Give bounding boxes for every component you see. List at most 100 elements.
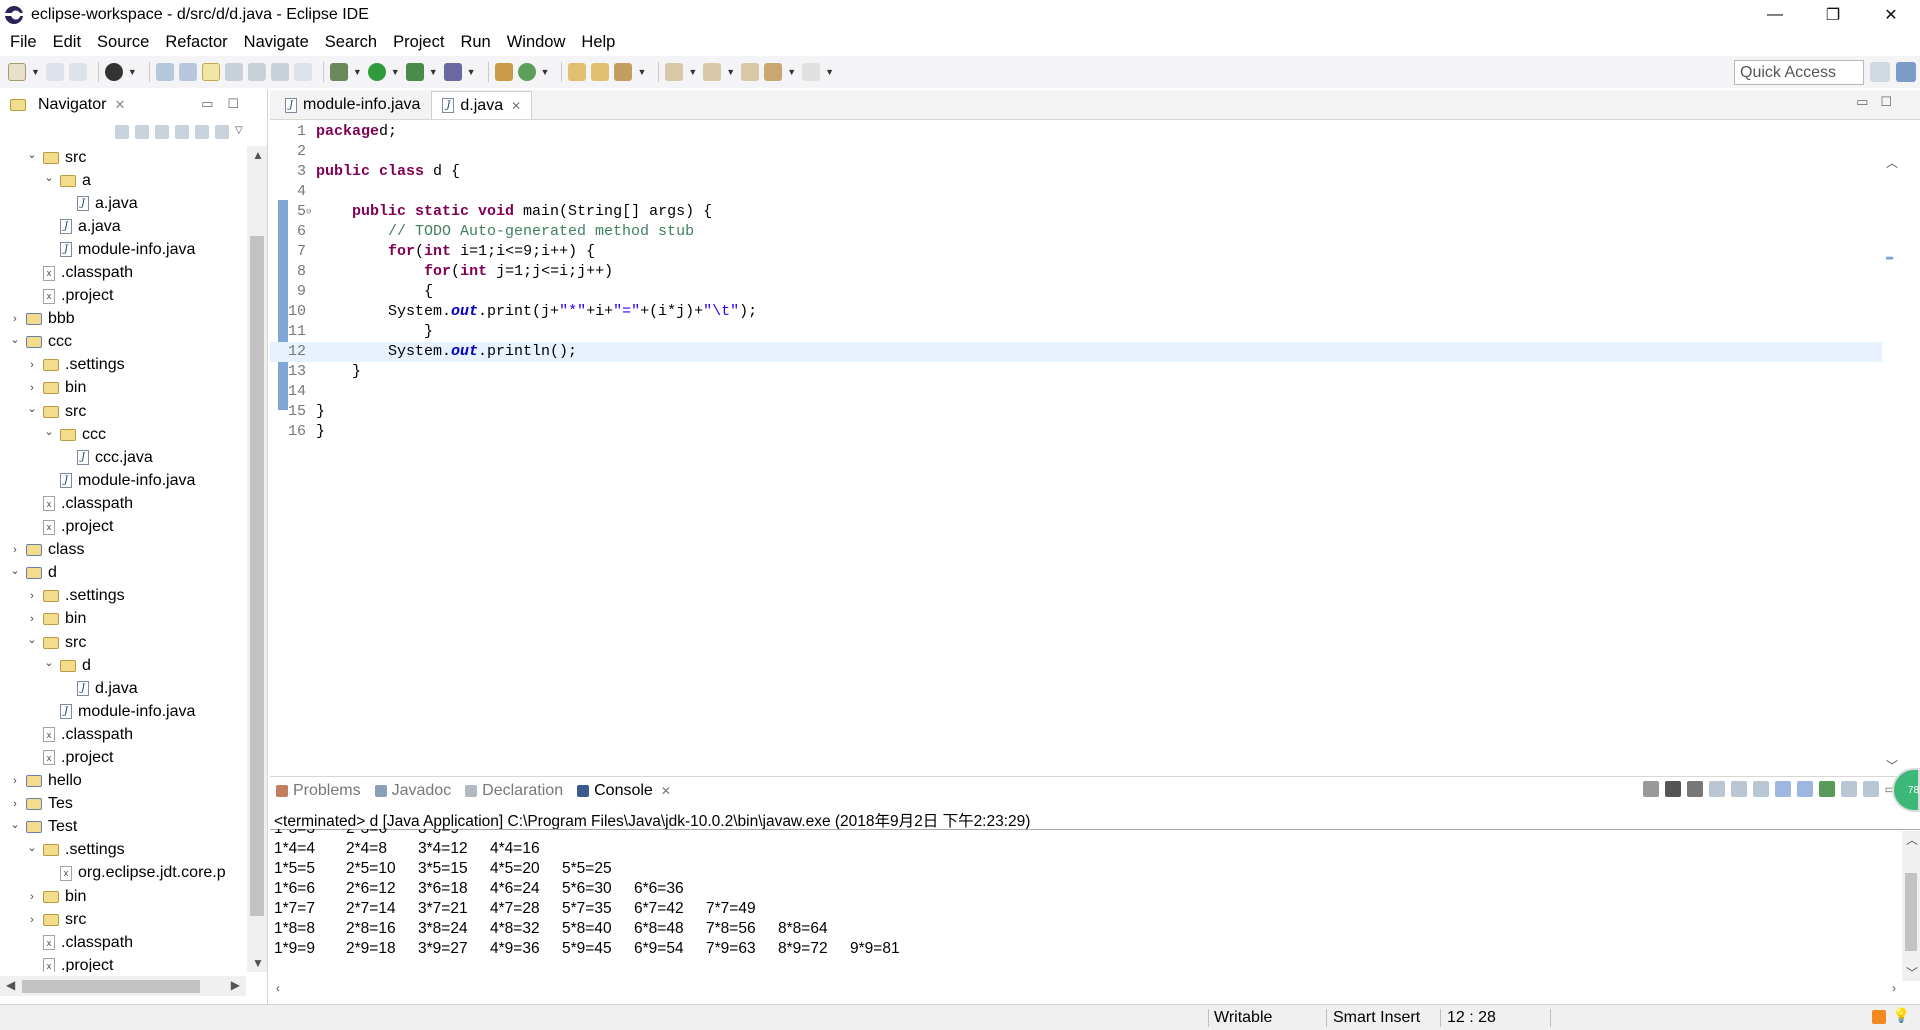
tab-javadoc[interactable]: Javadoc (374, 782, 451, 800)
scrollbar-thumb[interactable] (22, 980, 200, 993)
collapsed-chevron-icon[interactable]: › (25, 891, 39, 903)
expanded-chevron-icon[interactable]: ⌄ (25, 148, 39, 161)
search-icon[interactable] (614, 63, 633, 81)
editor-tab[interactable]: Jmodule-info.java (274, 91, 431, 119)
expanded-chevron-icon[interactable]: ⌄ (8, 818, 22, 831)
tree-item[interactable]: ⌄ src (0, 400, 246, 423)
display-console-icon[interactable] (1840, 781, 1857, 797)
scrollbar-thumb[interactable] (250, 236, 264, 916)
collapsed-chevron-icon[interactable]: › (25, 914, 39, 926)
save-icon[interactable] (45, 63, 64, 81)
back-icon[interactable] (115, 125, 129, 139)
expanded-chevron-icon[interactable]: ⌄ (25, 633, 39, 646)
tree-item[interactable]: ⌄ d (0, 562, 246, 585)
tree-item[interactable]: › hello (0, 770, 246, 793)
new-class-icon[interactable] (517, 63, 536, 81)
tree-item[interactable]: Jccc.java (0, 446, 246, 469)
debug-icon[interactable] (329, 63, 348, 81)
forward-icon[interactable] (135, 125, 149, 139)
tree-item[interactable]: ⌄ .settings (0, 839, 246, 862)
tree-item[interactable]: › src (0, 908, 246, 931)
collapsed-chevron-icon[interactable]: › (8, 775, 22, 787)
close-button[interactable]: ✕ (1862, 0, 1920, 30)
scroll-up-icon[interactable]: ︿ (1906, 831, 1918, 848)
scroll-up-icon[interactable]: ︿ (1886, 154, 1898, 171)
tree-item[interactable]: › .settings (0, 585, 246, 608)
scroll-down-icon[interactable]: ▼ (252, 956, 264, 970)
tree-item[interactable]: › bin (0, 608, 246, 631)
tree-item[interactable]: Jd.java (0, 677, 246, 700)
scroll-down-icon[interactable]: ﹀ (1906, 964, 1918, 981)
restore-button[interactable]: ❐ (1804, 0, 1862, 30)
view-minmax-controls[interactable]: ▭☐ (1856, 94, 1904, 110)
tree-item[interactable]: x .classpath (0, 492, 246, 515)
chevron-down-icon[interactable]: ▼ (128, 67, 137, 77)
editor-tab[interactable]: Jd.java ✕ (431, 91, 533, 119)
coverage-icon[interactable] (405, 63, 424, 81)
show-whitespace-icon[interactable] (270, 63, 289, 81)
save-all-icon[interactable] (68, 63, 87, 81)
clear-console-icon[interactable] (1708, 781, 1725, 797)
tree-item[interactable]: x .project (0, 954, 246, 972)
tree-item[interactable]: Jmodule-info.java (0, 469, 246, 492)
overview-marker[interactable]: ▬ (1886, 250, 1893, 264)
navigator-title[interactable]: Navigator (38, 96, 106, 114)
chevron-down-icon[interactable]: ▼ (637, 67, 646, 77)
tree-item[interactable]: ⌄ ccc (0, 423, 246, 446)
view-minmax-controls[interactable]: ▭☐ (201, 96, 253, 112)
close-icon[interactable]: ✕ (114, 97, 125, 113)
chevron-down-icon[interactable]: ▼ (353, 67, 362, 77)
profile-icon[interactable] (104, 63, 123, 81)
chevron-down-icon[interactable]: ▼ (825, 67, 834, 77)
open-folder-icon[interactable] (568, 63, 587, 81)
block-selection-icon[interactable] (224, 63, 243, 81)
scroll-lock-icon[interactable] (1730, 781, 1747, 797)
quick-access-input[interactable]: Quick Access (1734, 60, 1864, 85)
link-with-editor-icon[interactable] (195, 125, 209, 139)
tab-problems[interactable]: Problems (276, 782, 361, 800)
new-icon[interactable] (8, 63, 26, 81)
menu-project[interactable]: Project (385, 33, 452, 52)
scroll-left-icon[interactable]: ‹ (276, 981, 280, 995)
word-wrap-icon[interactable] (247, 63, 266, 81)
terminate-icon[interactable] (1642, 781, 1659, 797)
chevron-down-icon[interactable]: ▼ (787, 67, 796, 77)
collapsed-chevron-icon[interactable]: › (25, 359, 39, 371)
menu-file[interactable]: File (2, 33, 45, 52)
code-editor[interactable]: 1 packaged; 2 3 public class d {4 5 ⊖ public s… (270, 122, 1900, 792)
pilcrow-icon[interactable] (293, 63, 312, 81)
expanded-chevron-icon[interactable]: ⌄ (42, 656, 56, 669)
tree-item[interactable]: x .classpath (0, 723, 246, 746)
scrollbar-thumb[interactable] (1905, 873, 1917, 951)
navigator-horizontal-scrollbar[interactable]: ◀ ▶ (0, 976, 246, 996)
navigator-vertical-scrollbar[interactable]: ▲ ▼ (247, 146, 267, 972)
open-task-icon[interactable] (591, 63, 610, 81)
show-on-stderr-icon[interactable] (1796, 781, 1813, 797)
run-icon[interactable] (367, 63, 386, 81)
filter-icon[interactable] (215, 125, 229, 139)
previous-annotation-icon[interactable] (703, 63, 722, 81)
menu-refactor[interactable]: Refactor (157, 33, 235, 52)
collapsed-chevron-icon[interactable]: › (8, 313, 22, 325)
expanded-chevron-icon[interactable]: ⌄ (8, 333, 22, 346)
collapsed-chevron-icon[interactable]: › (25, 382, 39, 394)
tree-item[interactable]: › bin (0, 885, 246, 908)
collapse-all-icon[interactable] (175, 125, 189, 139)
minimize-button[interactable]: — (1746, 0, 1804, 30)
menu-source[interactable]: Source (89, 33, 157, 52)
tree-item[interactable]: › bbb (0, 308, 246, 331)
close-icon[interactable]: ✕ (511, 99, 521, 113)
remove-all-launches-icon[interactable] (1686, 781, 1703, 797)
tree-item[interactable]: ⌄ src (0, 146, 246, 169)
tree-item[interactable]: › .settings (0, 354, 246, 377)
expanded-chevron-icon[interactable]: ⌄ (8, 564, 22, 577)
scroll-right-icon[interactable]: › (1892, 981, 1896, 995)
remove-launch-icon[interactable] (1664, 781, 1681, 797)
tree-item[interactable]: Ja.java (0, 192, 246, 215)
next-annotation-icon[interactable] (665, 63, 684, 81)
chevron-down-icon[interactable]: ▼ (726, 67, 735, 77)
console-horizontal-scrollbar[interactable]: ‹ › (270, 981, 1902, 999)
lightbulb-icon[interactable]: 💡 (1893, 1007, 1910, 1024)
tree-item[interactable]: Jmodule-info.java (0, 700, 246, 723)
menu-run[interactable]: Run (452, 33, 498, 52)
